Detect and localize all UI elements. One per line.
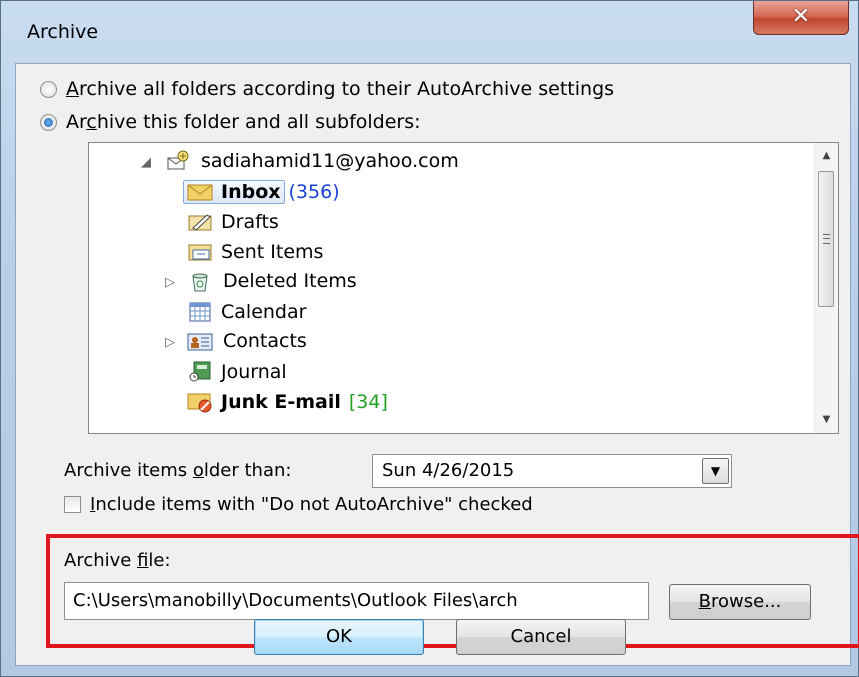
- include-items-label: Include items with "Do not AutoArchive" …: [90, 494, 533, 515]
- archive-dialog: Archive ✕ Archive all folders according …: [0, 0, 859, 677]
- older-than-label: Archive items older than:: [64, 460, 292, 481]
- tree-item-label: Journal: [221, 361, 287, 383]
- journal-icon: [187, 361, 213, 383]
- sent-items-icon: [187, 241, 213, 263]
- drafts-icon: [187, 211, 213, 233]
- ok-button[interactable]: OK: [254, 619, 424, 655]
- dialog-body: Archive all folders according to their A…: [15, 63, 859, 666]
- archive-all-radio[interactable]: [40, 80, 57, 98]
- tree-item-label: Sent Items: [221, 241, 324, 263]
- browse-button[interactable]: Browse...: [669, 584, 811, 620]
- collapse-arrow-icon[interactable]: ◢: [141, 155, 151, 170]
- expand-arrow-icon[interactable]: ▷: [165, 335, 175, 350]
- close-icon: ✕: [791, 4, 811, 29]
- junk-email-icon: [187, 391, 213, 413]
- archive-this-folder-label: Archive this folder and all subfolders:: [66, 111, 421, 133]
- tree-item-label: Contacts: [223, 330, 307, 352]
- tree-item-inbox[interactable]: Inbox (356): [183, 177, 340, 207]
- include-items-checkbox[interactable]: [64, 496, 81, 513]
- older-than-date-picker[interactable]: Sun 4/26/2015 ▼: [372, 454, 732, 488]
- grip-icon: [823, 234, 830, 244]
- deleted-items-icon: [187, 271, 213, 293]
- tree-scrollbar[interactable]: ▲ ▼: [814, 143, 838, 433]
- tree-item-selection: Inbox: [183, 180, 285, 204]
- expand-arrow-icon[interactable]: ▷: [165, 275, 175, 290]
- tree-item-calendar[interactable]: Calendar: [187, 297, 306, 327]
- calendar-icon: [187, 301, 213, 323]
- window-title: Archive: [27, 21, 99, 43]
- older-than-value: Sun 4/26/2015: [382, 460, 515, 481]
- scroll-up-arrow-icon[interactable]: ▲: [815, 145, 838, 167]
- cancel-button[interactable]: Cancel: [456, 619, 626, 655]
- archive-this-folder-option[interactable]: Archive this folder and all subfolders:: [40, 111, 421, 133]
- tree-item-label: Junk E-mail: [221, 391, 341, 413]
- inbox-icon: [187, 181, 213, 203]
- folder-tree[interactable]: ◢ sadiahamid11@yahoo.com Inbox (356) Dra…: [88, 142, 839, 434]
- archive-file-label: Archive file:: [64, 550, 171, 571]
- archive-file-path-field[interactable]: C:\Users\manobilly\Documents\Outlook Fil…: [64, 582, 649, 620]
- scroll-thumb[interactable]: [818, 171, 834, 307]
- junk-count: [34]: [348, 391, 388, 413]
- tree-item-junk-email[interactable]: Junk E-mail [34]: [187, 387, 388, 417]
- tree-item-label: Deleted Items: [223, 270, 357, 292]
- title-bar: Archive ✕: [1, 1, 859, 63]
- account-icon: [165, 149, 191, 178]
- archive-all-option[interactable]: Archive all folders according to their A…: [40, 78, 614, 100]
- include-do-not-autoarchive-option[interactable]: Include items with "Do not AutoArchive" …: [64, 494, 533, 515]
- tree-item-label: Drafts: [221, 211, 279, 233]
- tree-item-sent-items[interactable]: Sent Items: [187, 237, 323, 267]
- tree-account-label: sadiahamid11@yahoo.com: [201, 150, 459, 172]
- tree-item-label: Inbox: [221, 181, 281, 203]
- close-button[interactable]: ✕: [753, 1, 849, 35]
- archive-this-folder-radio[interactable]: [40, 113, 57, 131]
- unread-count: (356): [288, 181, 340, 203]
- contacts-icon: [187, 331, 213, 353]
- scroll-down-arrow-icon[interactable]: ▼: [815, 409, 838, 431]
- archive-all-label: Archive all folders according to their A…: [66, 78, 615, 100]
- tree-item-drafts[interactable]: Drafts: [187, 207, 279, 237]
- tree-item-label: Calendar: [221, 301, 307, 323]
- chevron-down-icon[interactable]: ▼: [702, 458, 729, 484]
- tree-item-journal[interactable]: Journal: [187, 357, 287, 387]
